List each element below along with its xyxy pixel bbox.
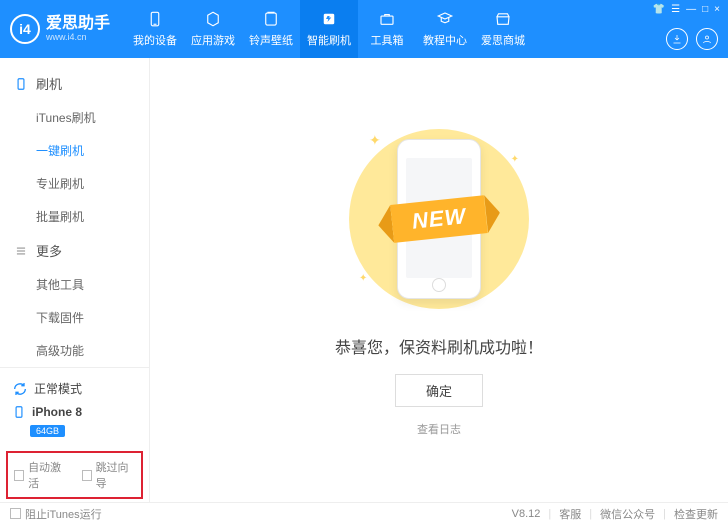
footer: 阻止iTunes运行 V8.12 | 客服 | 微信公众号 | 检查更新 xyxy=(0,502,728,524)
nav-flash[interactable]: 智能刷机 xyxy=(300,0,358,58)
checkbox-label: 阻止iTunes运行 xyxy=(25,506,102,522)
phone-small-icon xyxy=(12,405,26,419)
sidebar-pro-flash[interactable]: 专业刷机 xyxy=(0,167,149,200)
maximize-icon[interactable]: □ xyxy=(702,4,708,15)
checkbox-label: 自动激活 xyxy=(28,459,67,491)
store-icon xyxy=(494,10,512,28)
window-controls: 👕 ☰ — □ × xyxy=(653,4,720,15)
sidebar-group-title: 刷机 xyxy=(36,74,62,93)
sidebar-group-flash: 刷机 xyxy=(0,66,149,101)
brand-logo-icon: i4 xyxy=(10,14,40,44)
main-content: ✦ ✦ ✦ NEW 恭喜您，保资料刷机成功啦！ 确定 查看日志 xyxy=(150,58,728,502)
nav-label: 工具箱 xyxy=(371,32,404,48)
nav-toolbox[interactable]: 工具箱 xyxy=(358,0,416,58)
wechat-link[interactable]: 微信公众号 xyxy=(600,506,655,522)
flash-icon xyxy=(320,10,338,28)
brand-url: www.i4.cn xyxy=(46,32,110,43)
skin-icon[interactable]: 👕 xyxy=(653,4,665,15)
nav-store[interactable]: 爱思商城 xyxy=(474,0,532,58)
sidebar-itunes-flash[interactable]: iTunes刷机 xyxy=(0,101,149,134)
service-link[interactable]: 客服 xyxy=(559,506,581,522)
download-button[interactable] xyxy=(666,28,688,50)
menu-icon[interactable]: ☰ xyxy=(671,4,680,15)
sidebar-onekey-flash[interactable]: 一键刷机 xyxy=(0,134,149,167)
account-button[interactable] xyxy=(696,28,718,50)
nav-label: 我的设备 xyxy=(133,32,177,48)
nav-label: 应用游戏 xyxy=(191,32,235,48)
nav-my-device[interactable]: 我的设备 xyxy=(126,0,184,58)
phone-icon xyxy=(14,77,28,91)
top-nav: 我的设备 应用游戏 铃声壁纸 智能刷机 工具箱 教程中心 爱思商城 xyxy=(126,0,532,58)
nav-tutorial[interactable]: 教程中心 xyxy=(416,0,474,58)
ok-button[interactable]: 确定 xyxy=(395,374,483,407)
highlighted-options: 自动激活 跳过向导 xyxy=(6,451,143,499)
storage-badge: 64GB xyxy=(30,425,65,437)
view-log-link[interactable]: 查看日志 xyxy=(417,421,461,437)
mode-label: 正常模式 xyxy=(34,380,82,397)
nav-label: 教程中心 xyxy=(423,32,467,48)
sidebar-group-more: 更多 xyxy=(0,233,149,268)
nav-label: 爱思商城 xyxy=(481,32,525,48)
sidebar: 刷机 iTunes刷机 一键刷机 专业刷机 批量刷机 更多 其他工具 下载固件 … xyxy=(0,58,150,502)
nav-label: 智能刷机 xyxy=(307,32,351,48)
brand-name: 爱思助手 xyxy=(46,16,110,32)
brand-block: i4 爱思助手 www.i4.cn xyxy=(10,14,110,44)
tutorial-icon xyxy=(436,10,454,28)
version-label: V8.12 xyxy=(512,508,541,520)
skip-guide-checkbox[interactable]: 跳过向导 xyxy=(82,459,136,491)
app-header: i4 爱思助手 www.i4.cn 我的设备 应用游戏 铃声壁纸 智能刷机 工具… xyxy=(0,0,728,58)
more-icon xyxy=(14,244,28,258)
sidebar-group-title: 更多 xyxy=(36,241,62,260)
device-status-box: 正常模式 iPhone 8 64GB xyxy=(0,367,149,445)
success-illustration: ✦ ✦ ✦ NEW xyxy=(329,124,549,314)
body: 刷机 iTunes刷机 一键刷机 专业刷机 批量刷机 更多 其他工具 下载固件 … xyxy=(0,58,728,502)
sidebar-batch-flash[interactable]: 批量刷机 xyxy=(0,200,149,233)
nav-label: 铃声壁纸 xyxy=(249,32,293,48)
minimize-icon[interactable]: — xyxy=(686,4,696,15)
block-itunes-checkbox[interactable]: 阻止iTunes运行 xyxy=(10,506,102,522)
auto-activate-checkbox[interactable]: 自动激活 xyxy=(14,459,68,491)
sync-icon xyxy=(12,381,28,397)
note-icon xyxy=(262,10,280,28)
device-row[interactable]: iPhone 8 xyxy=(10,401,139,423)
checkbox-label: 跳过向导 xyxy=(96,459,135,491)
header-actions xyxy=(666,28,718,50)
sidebar-other-tools[interactable]: 其他工具 xyxy=(0,268,149,301)
mode-row[interactable]: 正常模式 xyxy=(10,376,139,401)
sidebar-download-firmware[interactable]: 下载固件 xyxy=(0,301,149,334)
nav-ringtones[interactable]: 铃声壁纸 xyxy=(242,0,300,58)
toolbox-icon xyxy=(378,10,396,28)
update-link[interactable]: 检查更新 xyxy=(674,506,718,522)
sidebar-advanced[interactable]: 高级功能 xyxy=(0,334,149,367)
device-icon xyxy=(146,10,164,28)
device-name: iPhone 8 xyxy=(32,405,82,419)
apps-icon xyxy=(204,10,222,28)
close-icon[interactable]: × xyxy=(714,4,720,15)
nav-apps[interactable]: 应用游戏 xyxy=(184,0,242,58)
success-message: 恭喜您，保资料刷机成功啦！ xyxy=(335,334,543,358)
